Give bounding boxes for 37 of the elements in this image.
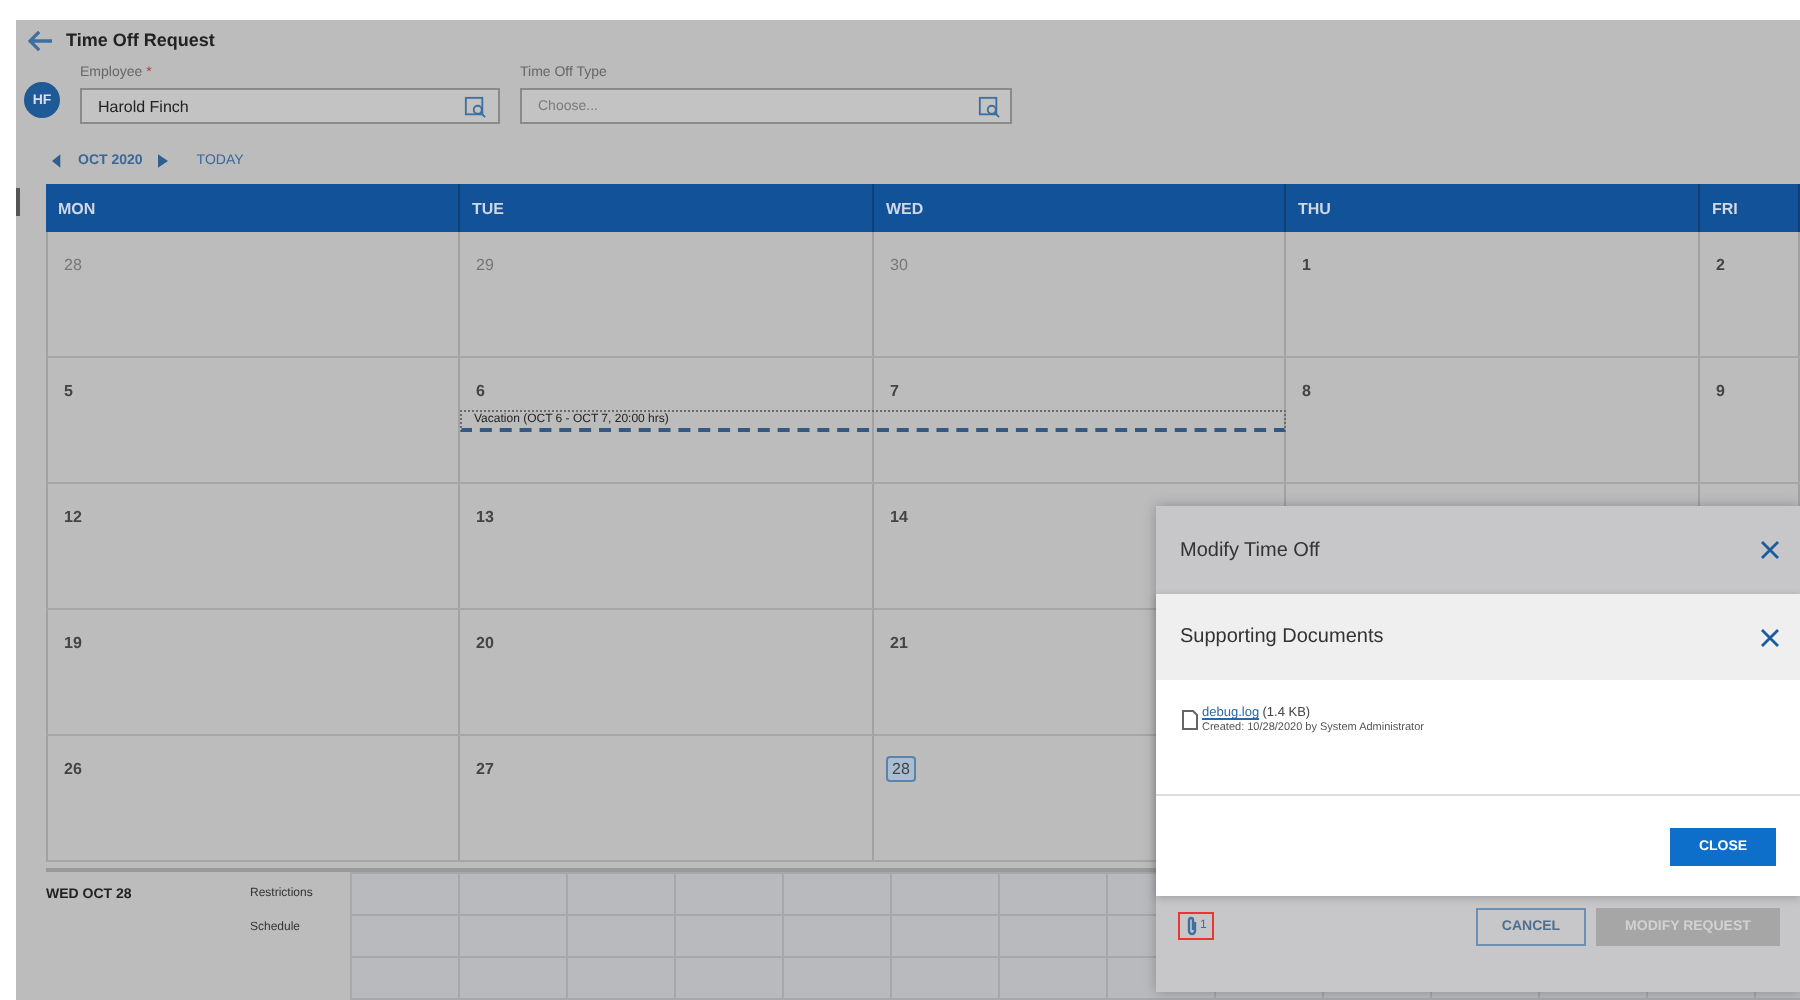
day-number: 1	[1300, 254, 1313, 276]
page-title: Time Off Request	[66, 30, 215, 50]
lookup-icon[interactable]	[978, 96, 1000, 118]
day-number: 20	[474, 632, 496, 654]
lookup-icon[interactable]	[464, 95, 486, 117]
day-number: 19	[62, 632, 84, 654]
day-number: 13	[474, 506, 496, 528]
close-icon[interactable]	[1760, 627, 1780, 647]
day-number: 28	[886, 756, 916, 782]
day-number: 14	[888, 506, 910, 528]
back-arrow-icon[interactable]	[28, 29, 54, 51]
employee-field[interactable]: Harold Finch	[80, 88, 500, 124]
weekday-header: TUE	[472, 199, 504, 217]
next-icon[interactable]	[158, 153, 169, 167]
modal-title: Modify Time Off	[1180, 539, 1320, 561]
day-number: 12	[62, 506, 84, 528]
day-number: 29	[474, 254, 496, 276]
close-icon[interactable]	[1760, 540, 1780, 560]
day-number: 9	[1714, 380, 1727, 402]
file-icon	[1182, 710, 1198, 730]
paperclip-icon	[1186, 916, 1198, 936]
day-number: 6	[474, 380, 487, 402]
day-number: 21	[888, 632, 910, 654]
weekday-header: THU	[1298, 199, 1331, 217]
day-number: 28	[62, 254, 84, 276]
day-number: 27	[474, 758, 496, 780]
dialog-title: Supporting Documents	[1180, 626, 1384, 648]
weekday-header: MON	[58, 199, 96, 217]
day-number: 26	[62, 758, 84, 780]
previous-icon[interactable]	[52, 153, 62, 167]
weekday-header: FRI	[1712, 199, 1738, 217]
weekday-header: WED	[886, 199, 924, 217]
day-number: 5	[62, 380, 75, 402]
day-number: 30	[888, 254, 910, 276]
day-number: 7	[888, 380, 901, 402]
day-number: 2	[1714, 254, 1727, 276]
day-number: 8	[1300, 380, 1313, 402]
